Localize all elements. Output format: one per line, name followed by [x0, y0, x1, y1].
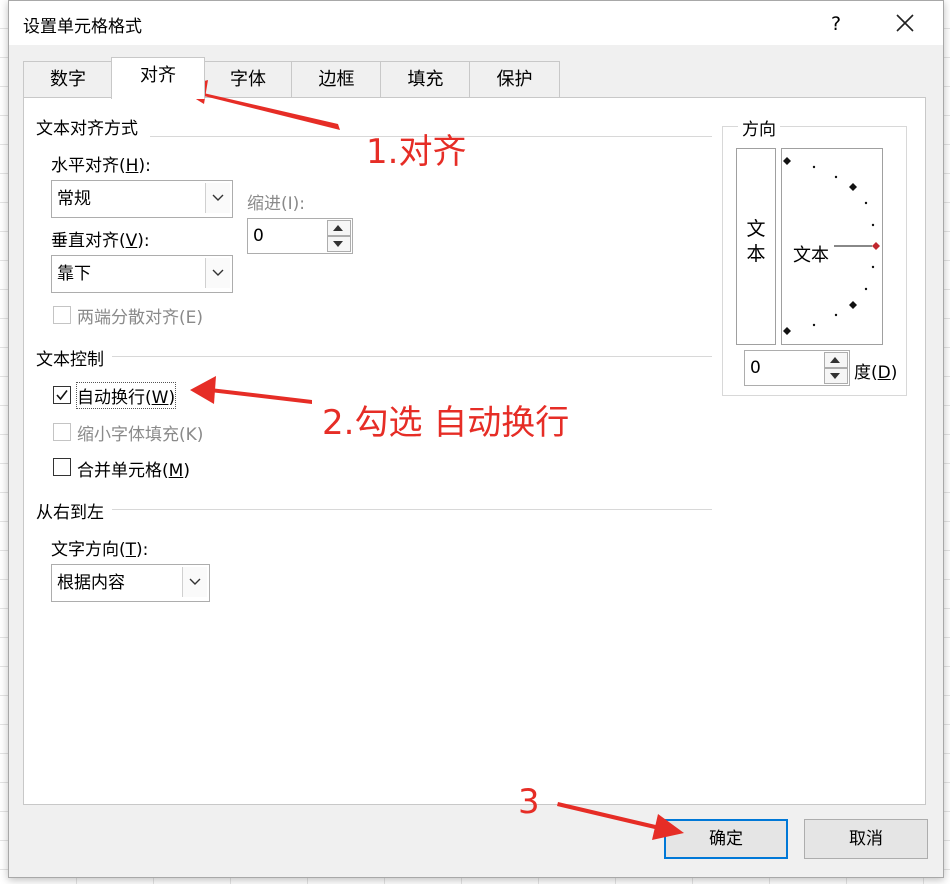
arrow-step2: [190, 376, 312, 404]
annotation-step3: 3: [518, 782, 540, 822]
tab-alignment[interactable]: 对齐: [111, 57, 205, 99]
annotation-step2: 2.勾选 自动换行: [322, 403, 570, 443]
arrow-step3: [557, 802, 684, 840]
annotation-step1: 1.对齐: [366, 132, 467, 172]
